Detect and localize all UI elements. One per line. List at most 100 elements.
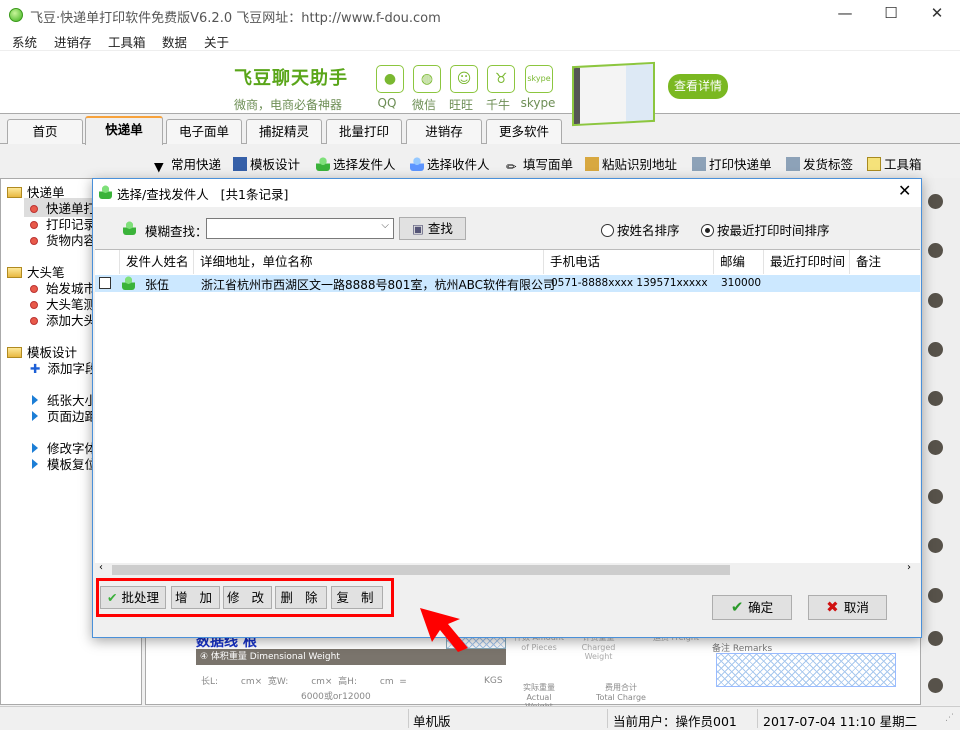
tab-inventory[interactable]: 进销存 [406, 119, 482, 144]
column-header[interactable]: 邮编 [714, 250, 764, 274]
scroll-right-icon[interactable]: › [907, 562, 911, 573]
common-express-button[interactable]: ▼ 常用快递 [154, 154, 221, 174]
hatched-field [716, 653, 896, 687]
chevron-down-icon[interactable]: ⌵ [381, 220, 389, 231]
tab-batch-print[interactable]: 批量打印 [326, 119, 402, 144]
horizontal-scrollbar[interactable]: ‹ › [95, 562, 920, 577]
menu-system[interactable]: 系统 [12, 32, 37, 51]
tab-home[interactable]: 首页 [7, 119, 83, 144]
sort-by-name-radio[interactable]: 按姓名排序 [601, 220, 680, 239]
column-header[interactable]: 详细地址，单位名称 [194, 250, 544, 274]
form-text: 6000或or12000 [301, 692, 371, 702]
tree-item-margins[interactable]: 页面边距 [30, 406, 97, 425]
hole [928, 194, 943, 209]
menu-about[interactable]: 关于 [204, 32, 229, 51]
copy-button[interactable]: 复 制 [331, 586, 383, 609]
folder-star-icon [867, 157, 881, 171]
user-blue-icon [410, 157, 424, 171]
hole [928, 342, 943, 357]
minimize-button[interactable]: — [822, 4, 868, 26]
qq-icon[interactable]: ● [376, 65, 404, 93]
select-sender-dialog: 选择/查找发件人 [共1条记录] ✕ 模糊查找： ⌵ ▣ 查找 按姓名排序 按最… [92, 178, 922, 638]
paste-address-button[interactable]: 粘贴识别地址 [585, 154, 677, 173]
status-user: 当前用户：操作员001 [613, 714, 737, 729]
select-recipient-button[interactable]: 选择收件人 [410, 154, 490, 173]
menu-toolbox[interactable]: 工具箱 [108, 32, 146, 51]
search-combobox[interactable]: ⌵ [206, 218, 394, 239]
label: 取消 [843, 600, 869, 615]
tree-item-add-field[interactable]: ✚ 添加字段 [30, 358, 98, 377]
label: 页面边距 [47, 409, 98, 424]
details-button[interactable]: 查看详情 [668, 74, 728, 99]
app-label: 千牛 [485, 98, 510, 112]
tab-bar: 首页 快递单 电子面单 捕捉精灵 批量打印 进销存 更多软件 [0, 115, 960, 145]
scroll-left-icon[interactable]: ‹ [99, 562, 103, 573]
search-label: 模糊查找： [145, 224, 208, 239]
form-text: KGS [484, 676, 503, 686]
wechat-icon[interactable]: ◍ [413, 65, 441, 93]
hole [928, 588, 943, 603]
edit-button[interactable]: 修 改 [223, 586, 272, 609]
tab-express[interactable]: 快递单 [85, 116, 163, 145]
close-button[interactable]: ✕ [914, 4, 960, 26]
hole [928, 293, 943, 308]
radio-icon [601, 224, 614, 237]
maximize-button[interactable]: ☐ [868, 4, 914, 26]
delete-button[interactable]: 删 除 [275, 586, 327, 609]
column-header[interactable]: 最近打印时间 [764, 250, 850, 274]
ok-button[interactable]: ✔ 确定 [712, 595, 792, 620]
label: 工具箱 [884, 157, 922, 172]
hole [928, 391, 943, 406]
folder-icon [7, 347, 22, 358]
label: 添加字段 [47, 361, 98, 376]
banner-title: 飞豆聊天助手 [234, 68, 348, 89]
resize-grip-icon[interactable]: ⋰ [945, 713, 954, 723]
select-sender-button[interactable]: 选择发件人 [316, 154, 396, 173]
tree-item-goods[interactable]: 货物内容 [30, 230, 96, 249]
tree-item-reset[interactable]: 模板复位 [30, 454, 97, 473]
title-bar: 飞豆·快递单打印软件免费版V6.2.0 飞豆网址：http://www.f-do… [0, 0, 960, 30]
add-button[interactable]: 增 加 [171, 586, 220, 609]
toolbox-button[interactable]: 工具箱 [867, 154, 922, 173]
column-header[interactable]: 手机电话 [544, 250, 714, 274]
clipboard-icon [585, 157, 599, 171]
arrow-icon [32, 395, 38, 405]
bullet-icon [30, 221, 38, 229]
qianniu-icon[interactable]: ♉ [487, 65, 515, 93]
tab-capture[interactable]: 捕捉精灵 [246, 119, 322, 144]
x-icon: ✖ [826, 598, 844, 616]
menu-data[interactable]: 数据 [162, 32, 187, 51]
status-bar: 单机版 当前用户：操作员001 2017-07-04 11:10 星期二 ⋰ [0, 706, 960, 729]
shipping-label-button[interactable]: 发货标签 [786, 154, 853, 173]
print-waybill-button[interactable]: 打印快递单 [692, 154, 772, 173]
search-button[interactable]: ▣ 查找 [399, 217, 466, 240]
fill-form-button[interactable]: ✏ 填写面单 [506, 154, 573, 174]
app-label: 微信 [411, 98, 436, 112]
sort-by-time-radio[interactable]: 按最近打印时间排序 [701, 220, 830, 239]
column-header[interactable]: 发件人姓名 [120, 250, 194, 274]
label: 模板设计 [250, 157, 301, 172]
bullet-icon [30, 237, 38, 245]
batch-button[interactable]: ✔ 批处理 [100, 586, 166, 609]
column-header[interactable]: 备注 [850, 250, 920, 274]
row-checkbox[interactable] [99, 277, 111, 289]
tab-e-waybill[interactable]: 电子面单 [166, 119, 242, 144]
scrollbar-thumb[interactable] [112, 565, 730, 575]
label: 货物内容 [46, 233, 97, 248]
table-row[interactable]: 张伍 浙江省杭州市西湖区文一路8888号801室，杭州ABC软件有限公司 057… [95, 275, 920, 292]
dialog-close-button[interactable]: ✕ [898, 181, 911, 200]
menu-inventory[interactable]: 进销存 [54, 32, 92, 51]
template-design-button[interactable]: 模板设计 [233, 154, 300, 173]
app-icon [9, 8, 23, 22]
arrow-icon [420, 608, 468, 652]
user-green-icon [122, 276, 135, 290]
check-icon: ✔ [730, 598, 749, 616]
hole [928, 489, 943, 504]
dialog-titlebar: 选择/查找发件人 [共1条记录] ✕ [93, 179, 921, 207]
banner-subtitle: 微商，电商必备神器 [234, 98, 343, 112]
arrow-icon [32, 443, 38, 453]
skype-icon[interactable]: skype [525, 65, 553, 93]
tab-more-software[interactable]: 更多软件 [486, 119, 562, 144]
wangwang-icon[interactable]: ☺ [450, 65, 478, 93]
cancel-button[interactable]: ✖ 取消 [808, 595, 887, 620]
